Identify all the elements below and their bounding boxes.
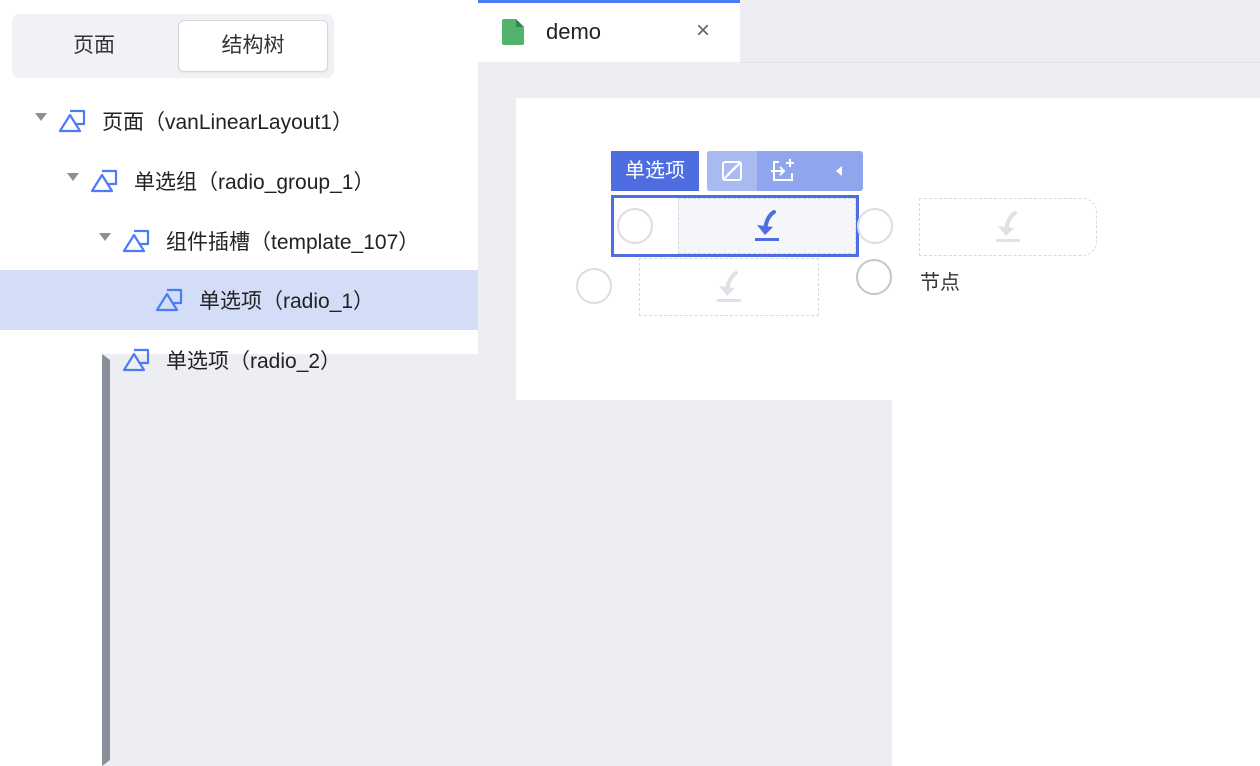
tree-node-radio-1[interactable]: 单选项（radio_1） (0, 270, 478, 330)
view-switcher: 页面 结构树 (12, 14, 334, 78)
tree-node-template-slot[interactable]: 组件插槽（template_107） (0, 211, 478, 271)
tree-node-label: 页面（vanLinearLayout1） (102, 111, 353, 134)
radio-circle[interactable] (856, 259, 892, 295)
radio-circle[interactable] (576, 268, 612, 304)
structure-panel: 页面 结构树 页面（vanLinearLayout1） 单选组（radio_gr… (0, 0, 892, 766)
close-icon[interactable]: × (696, 17, 710, 45)
radio-label-slot[interactable] (919, 198, 1097, 256)
tree-node-label: 单选项（radio_2） (166, 350, 342, 373)
component-icon (155, 288, 183, 312)
radio-circle[interactable] (857, 208, 893, 244)
design-canvas[interactable]: 单选项 节点 (516, 98, 1260, 400)
tab-title: demo (546, 19, 602, 44)
editor-area: demo × 单选项 节点 (478, 0, 1260, 400)
tree-node-radio-group[interactable]: 单选组（radio_group_1） (0, 151, 478, 211)
expand-caret-icon[interactable] (35, 113, 47, 121)
tree-node-label: 组件插槽（template_107） (166, 231, 420, 254)
expand-caret-icon[interactable] (99, 233, 111, 241)
selection-component-tag[interactable]: 单选项 (611, 151, 699, 191)
tree-node-radio-2[interactable]: 单选项（radio_2） (0, 330, 892, 766)
insert-icon (771, 159, 794, 181)
hide-icon (722, 161, 742, 181)
component-icon (58, 109, 86, 133)
segment-page[interactable]: 页面 (16, 20, 172, 72)
collapse-caret-icon[interactable] (102, 354, 892, 766)
tree-node-label: 单选项（radio_1） (199, 290, 375, 313)
radio-label-slot[interactable] (639, 258, 819, 316)
radio-label-text: 节点 (920, 272, 960, 294)
expand-caret-icon[interactable] (67, 173, 79, 181)
component-icon (90, 169, 118, 193)
component-toolbar (707, 151, 863, 191)
collapse-left-icon (836, 166, 842, 176)
collapse-button[interactable] (813, 151, 863, 191)
segment-structure-tree[interactable]: 结构树 (178, 20, 328, 72)
selection-outline (611, 195, 859, 257)
file-icon (502, 19, 524, 45)
tree-node-label: 单选组（radio_group_1） (134, 171, 375, 194)
hide-button[interactable] (707, 151, 757, 191)
component-icon (122, 348, 150, 372)
insert-button[interactable] (759, 151, 809, 191)
drop-target-icon (717, 271, 741, 302)
drop-target-icon (996, 211, 1020, 242)
tab-bar-divider (740, 62, 1260, 63)
tab-demo[interactable]: demo × (478, 0, 740, 62)
tree-node-page[interactable]: 页面（vanLinearLayout1） (0, 91, 478, 151)
component-icon (122, 229, 150, 253)
